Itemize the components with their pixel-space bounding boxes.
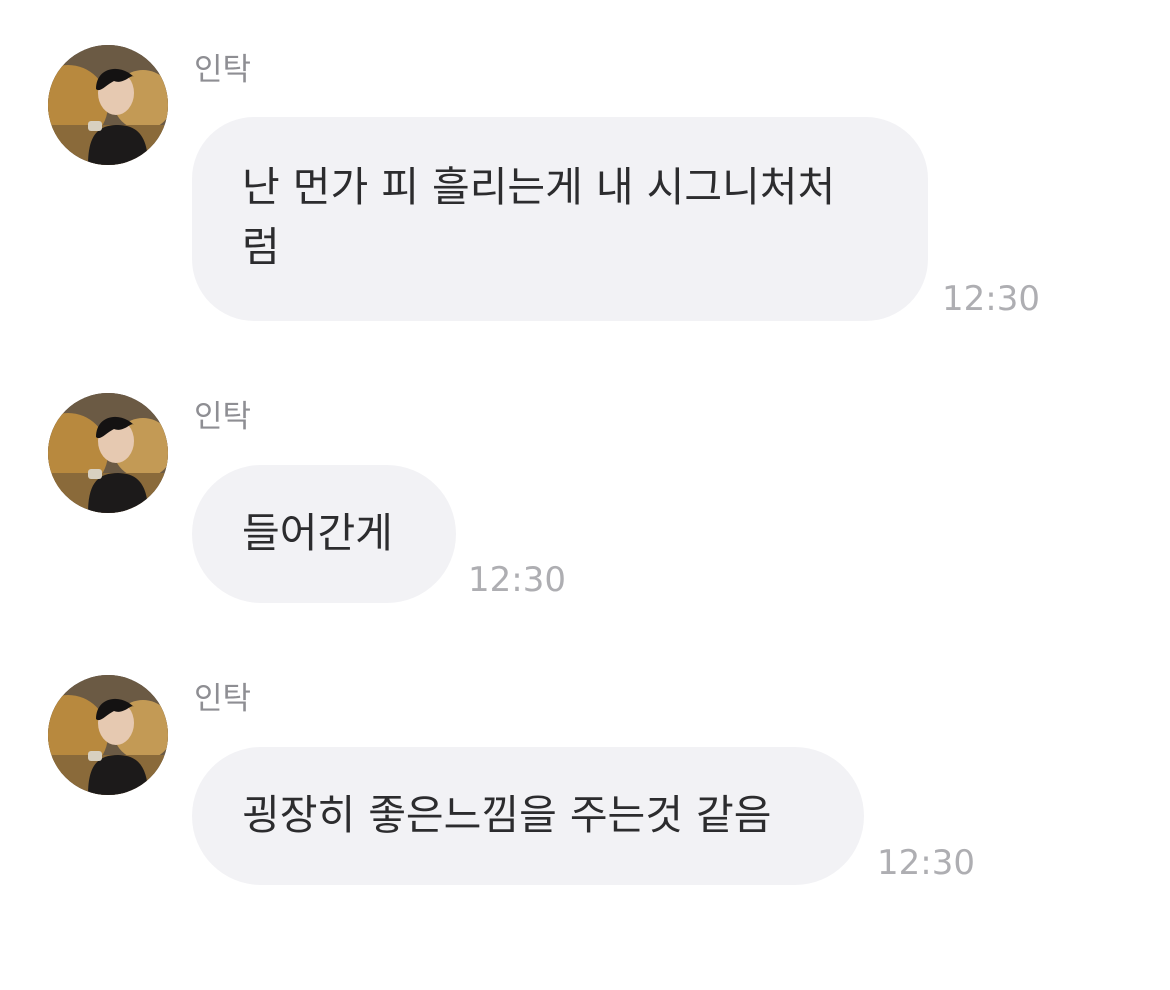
message-bubble[interactable]: 굉장히 좋은느낌을 주는것 같음	[192, 747, 864, 885]
sender-name: 인탁	[194, 399, 252, 435]
avatar[interactable]	[48, 393, 168, 513]
message-text: 들어간게	[242, 509, 393, 557]
message-timestamp: 12:30	[942, 279, 1040, 319]
avatar-photo-icon	[48, 675, 168, 795]
message-text: 럼	[242, 223, 280, 271]
message-bubble[interactable]: 난 먼가 피 흘리는게 내 시그니처처 럼	[192, 117, 928, 321]
message-text: 굉장히 좋은느낌을 주는것 같음	[242, 791, 772, 839]
avatar-photo-icon	[48, 393, 168, 513]
message-text: 난 먼가 피 흘리는게 내 시그니처처	[242, 163, 836, 211]
sender-name: 인탁	[194, 52, 252, 88]
sender-name: 인탁	[194, 681, 252, 717]
message-timestamp: 12:30	[877, 843, 975, 883]
avatar-photo-icon	[48, 45, 168, 165]
avatar[interactable]	[48, 675, 168, 795]
message-bubble[interactable]: 들어간게	[192, 465, 456, 603]
avatar[interactable]	[48, 45, 168, 165]
message-timestamp: 12:30	[468, 560, 566, 600]
